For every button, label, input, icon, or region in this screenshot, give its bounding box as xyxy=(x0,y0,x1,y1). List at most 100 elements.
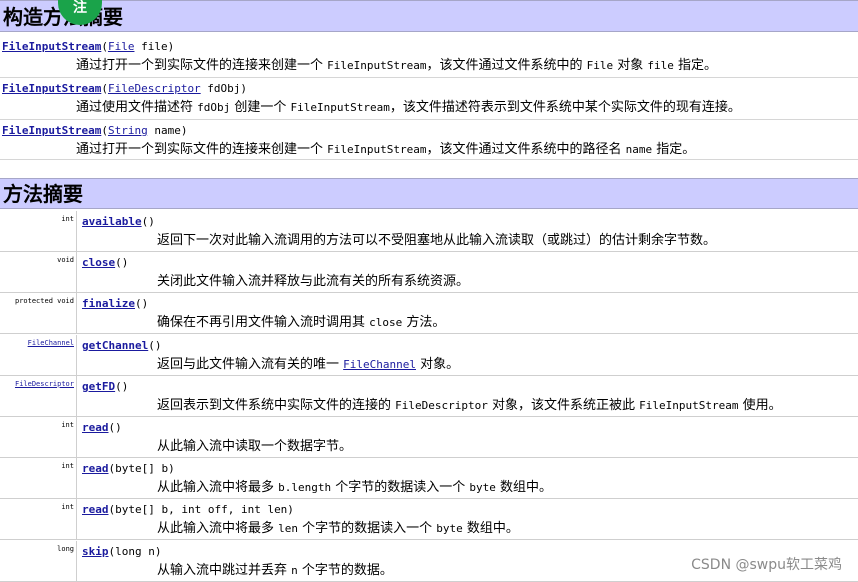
method-signature: getChannel() xyxy=(82,339,161,352)
method-description: 从此输入流中将最多 b.length 个字节的数据读入一个 byte 数组中。 xyxy=(157,476,552,495)
method-modifier: int xyxy=(0,458,77,499)
method-name-link[interactable]: skip xyxy=(82,545,109,558)
method-modifier[interactable]: FileChannel xyxy=(0,334,77,375)
param-name: fdObj) xyxy=(200,82,248,95)
desc-text: 通过打开一个到实际文件的连接来创建一个 xyxy=(76,142,328,157)
constructor-name-link[interactable]: FileInputStream xyxy=(2,40,101,53)
method-modifier: void xyxy=(0,252,77,293)
constructor-description: 通过打开一个到实际文件的连接来创建一个 FileInputStream，该文件通… xyxy=(76,54,717,73)
method-signature: read() xyxy=(82,421,122,434)
method-row: FileDescriptor getFD() 返回表示到文件系统中实际文件的连接的 … xyxy=(0,375,858,417)
code-text: FileInputStream xyxy=(327,143,427,156)
method-description: 返回与此文件输入流有关的唯一 FileChannel 对象。 xyxy=(157,353,459,372)
desc-text: 方法。 xyxy=(402,315,446,331)
desc-text: 从此输入流中将最多 xyxy=(157,480,279,496)
method-description: 确保在不再引用文件输入流时调用其 close 方法。 xyxy=(157,311,445,330)
constructor-summary-header: 构造方法摘要 注 xyxy=(0,0,858,32)
constructor-signature: FileInputStream(File file) xyxy=(2,40,174,53)
desc-text: 通过打开一个到实际文件的连接来创建一个 xyxy=(76,58,328,73)
method-params: () xyxy=(134,297,149,311)
code-text: name xyxy=(625,143,653,156)
desc-text: 从输入流中跳过并丢弃 xyxy=(157,562,292,578)
desc-text: 个字节的数据。 xyxy=(297,562,393,578)
method-name-link[interactable]: read xyxy=(82,462,109,475)
constructor-description: 通过使用文件描述符 fdObj 创建一个 FileInputStream，该文件… xyxy=(76,96,741,115)
code-text: byte xyxy=(436,522,463,536)
method-row: protected void finalize() 确保在不再引用文件输入流时调用其… xyxy=(0,293,858,335)
constructor-name-link[interactable]: FileInputStream xyxy=(2,82,101,95)
method-row: int read(byte[] b) 从此输入流中将最多 b.length 个字节的… xyxy=(0,458,858,500)
desc-text: 返回表示到文件系统中实际文件的连接的 xyxy=(157,397,396,413)
param-type-link[interactable]: File xyxy=(108,40,135,53)
code-text: n xyxy=(291,563,298,577)
method-name-link[interactable]: getFD xyxy=(82,380,115,393)
desc-text: ，该文件通过文件系统中的路径名 xyxy=(426,142,626,157)
method-name-link[interactable]: read xyxy=(82,421,109,434)
method-signature: finalize() xyxy=(82,297,148,310)
code-text: b.length xyxy=(278,481,332,495)
paren: ( xyxy=(101,124,108,137)
code-text: FileInputStream xyxy=(327,59,427,72)
method-params: (byte[] b) xyxy=(108,462,175,476)
desc-text: 关闭此文件输入流并释放与此流有关的所有系统资源。 xyxy=(157,274,470,290)
constructor-row: FileInputStream(File file) 通过打开一个到实际文件的连接… xyxy=(0,36,858,78)
code-text: file xyxy=(647,59,674,72)
method-name-link[interactable]: close xyxy=(82,256,115,269)
method-signature: close() xyxy=(82,256,128,269)
method-row: FileChannel getChannel() 返回与此文件输入流有关的唯一 Fi… xyxy=(0,334,858,376)
constructor-signature: FileInputStream(FileDescriptor fdObj) xyxy=(2,82,247,95)
param-name: name) xyxy=(147,124,188,137)
desc-text: 对象。 xyxy=(416,356,460,372)
desc-text: 使用。 xyxy=(738,397,782,413)
constructor-name-link[interactable]: FileInputStream xyxy=(2,124,101,137)
param-type-link[interactable]: String xyxy=(108,124,148,137)
method-row: int read(byte[] b, int off, int len) 从此输入流… xyxy=(0,499,858,541)
method-params: () xyxy=(108,421,122,434)
method-summary-title: 方法摘要 xyxy=(3,182,83,206)
desc-text: 确保在不再引用文件输入流时调用其 xyxy=(157,315,370,331)
desc-text: 从此输入流中将最多 xyxy=(157,521,279,537)
desc-text: 指定。 xyxy=(673,58,718,73)
method-description: 关闭此文件输入流并释放与此流有关的所有系统资源。 xyxy=(157,270,469,289)
method-row: int available() 返回下一次对此输入流调用的方法可以不受阻塞地从此输入… xyxy=(0,211,858,252)
code-text: len xyxy=(278,522,299,536)
code-text: fdObj xyxy=(197,101,231,114)
method-description: 从此输入流中读取一个数据字节。 xyxy=(157,435,352,454)
desc-text: 对象 xyxy=(613,58,648,73)
desc-text: 个字节的数据读入一个 xyxy=(298,521,437,537)
method-name-link[interactable]: read xyxy=(82,503,109,516)
method-signature: read(byte[] b, int off, int len) xyxy=(82,503,294,516)
method-name-link[interactable]: available xyxy=(82,215,142,228)
desc-text: 返回下一次对此输入流调用的方法可以不受阻塞地从此输入流读取（或跳过）的估计剩余字… xyxy=(157,233,717,248)
method-params: (byte[] b, int off, int len) xyxy=(108,503,294,517)
method-signature: available() xyxy=(82,215,155,228)
method-description: 从输入流中跳过并丢弃 n 个字节的数据。 xyxy=(157,559,393,578)
method-name-link[interactable]: finalize xyxy=(82,297,135,310)
method-modifier: protected void xyxy=(0,293,77,334)
method-description: 返回表示到文件系统中实际文件的连接的 FileDescriptor 对象，该文件… xyxy=(157,394,782,413)
desc-text: 数组中。 xyxy=(462,521,519,537)
method-signature: getFD() xyxy=(82,380,128,393)
constructor-signature: FileInputStream(String name) xyxy=(2,124,187,137)
method-modifier: int xyxy=(0,417,77,457)
method-modifier: int xyxy=(0,211,77,251)
code-text: close xyxy=(369,316,403,330)
desc-text: ，该文件描述符表示到文件系统中某个实际文件的现有连接。 xyxy=(389,100,741,115)
method-signature: read(byte[] b) xyxy=(82,462,175,475)
desc-text: ，该文件通过文件系统中的 xyxy=(426,58,587,73)
type-link[interactable]: FileChannel xyxy=(343,358,416,371)
code-text: FileInputStream xyxy=(290,101,390,114)
desc-text: 创建一个 xyxy=(230,100,291,115)
method-params: (long n) xyxy=(108,544,162,558)
paren: ( xyxy=(101,82,108,95)
code-text: FileDescriptor xyxy=(395,398,488,412)
param-name: file) xyxy=(134,40,175,53)
method-description: 返回下一次对此输入流调用的方法可以不受阻塞地从此输入流读取（或跳过）的估计剩余字… xyxy=(157,229,716,248)
constructor-row: FileInputStream(FileDescriptor fdObj) 通过使… xyxy=(0,78,858,120)
method-modifier[interactable]: FileDescriptor xyxy=(0,375,77,416)
method-name-link[interactable]: getChannel xyxy=(82,339,148,352)
method-summary-header: 方法摘要 xyxy=(0,178,858,209)
method-params: () xyxy=(148,338,162,352)
desc-text: 个字节的数据读入一个 xyxy=(331,480,470,496)
param-type-link[interactable]: FileDescriptor xyxy=(108,82,201,95)
